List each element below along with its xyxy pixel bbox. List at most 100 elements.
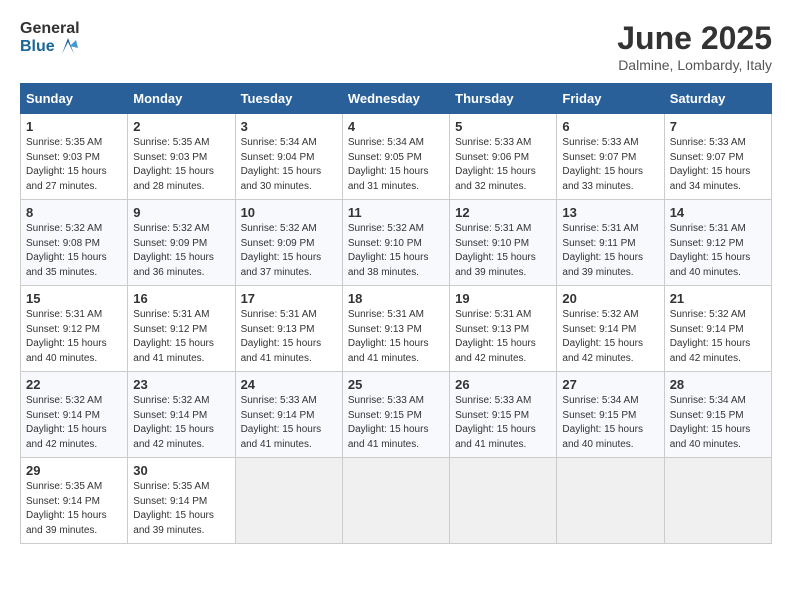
col-friday: Friday — [557, 84, 664, 114]
day-info: Sunrise: 5:34 AMSunset: 9:15 PMDaylight:… — [562, 394, 658, 452]
day-number: 7 — [670, 119, 766, 134]
table-row — [664, 458, 771, 544]
day-number: 9 — [133, 205, 229, 220]
day-info: Sunrise: 5:33 AMSunset: 9:07 PMDaylight:… — [670, 136, 766, 194]
day-info: Sunrise: 5:31 AMSunset: 9:11 PMDaylight:… — [562, 222, 658, 280]
day-number: 24 — [241, 377, 337, 392]
table-row: 28 Sunrise: 5:34 AMSunset: 9:15 PMDaylig… — [664, 372, 771, 458]
day-info: Sunrise: 5:33 AMSunset: 9:14 PMDaylight:… — [241, 394, 337, 452]
calendar-row: 29 Sunrise: 5:35 AMSunset: 9:14 PMDaylig… — [21, 458, 772, 544]
logo-text: General Blue — [20, 20, 80, 55]
table-row: 18 Sunrise: 5:31 AMSunset: 9:13 PMDaylig… — [342, 286, 449, 372]
day-number: 12 — [455, 205, 551, 220]
day-info: Sunrise: 5:32 AMSunset: 9:08 PMDaylight:… — [26, 222, 122, 280]
table-row: 23 Sunrise: 5:32 AMSunset: 9:14 PMDaylig… — [128, 372, 235, 458]
day-info: Sunrise: 5:34 AMSunset: 9:15 PMDaylight:… — [670, 394, 766, 452]
location: Dalmine, Lombardy, Italy — [617, 57, 772, 73]
header-row: Sunday Monday Tuesday Wednesday Thursday… — [21, 84, 772, 114]
day-number: 21 — [670, 291, 766, 306]
day-info: Sunrise: 5:32 AMSunset: 9:10 PMDaylight:… — [348, 222, 444, 280]
table-row — [450, 458, 557, 544]
day-number: 6 — [562, 119, 658, 134]
day-info: Sunrise: 5:31 AMSunset: 9:12 PMDaylight:… — [133, 308, 229, 366]
day-number: 1 — [26, 119, 122, 134]
day-info: Sunrise: 5:32 AMSunset: 9:09 PMDaylight:… — [133, 222, 229, 280]
col-sunday: Sunday — [21, 84, 128, 114]
day-number: 17 — [241, 291, 337, 306]
day-info: Sunrise: 5:32 AMSunset: 9:14 PMDaylight:… — [26, 394, 122, 452]
day-number: 5 — [455, 119, 551, 134]
day-number: 29 — [26, 463, 122, 478]
day-info: Sunrise: 5:32 AMSunset: 9:14 PMDaylight:… — [670, 308, 766, 366]
table-row: 8 Sunrise: 5:32 AMSunset: 9:08 PMDayligh… — [21, 200, 128, 286]
table-row: 25 Sunrise: 5:33 AMSunset: 9:15 PMDaylig… — [342, 372, 449, 458]
calendar-row: 1 Sunrise: 5:35 AMSunset: 9:03 PMDayligh… — [21, 114, 772, 200]
day-info: Sunrise: 5:35 AMSunset: 9:14 PMDaylight:… — [133, 480, 229, 538]
day-number: 25 — [348, 377, 444, 392]
col-saturday: Saturday — [664, 84, 771, 114]
day-number: 20 — [562, 291, 658, 306]
day-info: Sunrise: 5:31 AMSunset: 9:12 PMDaylight:… — [670, 222, 766, 280]
day-number: 30 — [133, 463, 229, 478]
day-number: 3 — [241, 119, 337, 134]
day-info: Sunrise: 5:35 AMSunset: 9:03 PMDaylight:… — [133, 136, 229, 194]
table-row: 29 Sunrise: 5:35 AMSunset: 9:14 PMDaylig… — [21, 458, 128, 544]
day-info: Sunrise: 5:32 AMSunset: 9:09 PMDaylight:… — [241, 222, 337, 280]
table-row — [342, 458, 449, 544]
table-row: 1 Sunrise: 5:35 AMSunset: 9:03 PMDayligh… — [21, 114, 128, 200]
day-number: 16 — [133, 291, 229, 306]
calendar-table: Sunday Monday Tuesday Wednesday Thursday… — [20, 83, 772, 544]
table-row: 11 Sunrise: 5:32 AMSunset: 9:10 PMDaylig… — [342, 200, 449, 286]
table-row: 3 Sunrise: 5:34 AMSunset: 9:04 PMDayligh… — [235, 114, 342, 200]
day-number: 15 — [26, 291, 122, 306]
table-row: 2 Sunrise: 5:35 AMSunset: 9:03 PMDayligh… — [128, 114, 235, 200]
table-row: 6 Sunrise: 5:33 AMSunset: 9:07 PMDayligh… — [557, 114, 664, 200]
logo: General Blue — [20, 20, 80, 55]
table-row: 4 Sunrise: 5:34 AMSunset: 9:05 PMDayligh… — [342, 114, 449, 200]
day-number: 8 — [26, 205, 122, 220]
day-number: 14 — [670, 205, 766, 220]
table-row: 20 Sunrise: 5:32 AMSunset: 9:14 PMDaylig… — [557, 286, 664, 372]
day-info: Sunrise: 5:35 AMSunset: 9:14 PMDaylight:… — [26, 480, 122, 538]
day-info: Sunrise: 5:31 AMSunset: 9:13 PMDaylight:… — [455, 308, 551, 366]
table-row: 21 Sunrise: 5:32 AMSunset: 9:14 PMDaylig… — [664, 286, 771, 372]
day-info: Sunrise: 5:32 AMSunset: 9:14 PMDaylight:… — [133, 394, 229, 452]
col-thursday: Thursday — [450, 84, 557, 114]
col-wednesday: Wednesday — [342, 84, 449, 114]
table-row: 12 Sunrise: 5:31 AMSunset: 9:10 PMDaylig… — [450, 200, 557, 286]
day-number: 27 — [562, 377, 658, 392]
day-number: 22 — [26, 377, 122, 392]
table-row: 7 Sunrise: 5:33 AMSunset: 9:07 PMDayligh… — [664, 114, 771, 200]
day-number: 11 — [348, 205, 444, 220]
table-row: 13 Sunrise: 5:31 AMSunset: 9:11 PMDaylig… — [557, 200, 664, 286]
table-row: 15 Sunrise: 5:31 AMSunset: 9:12 PMDaylig… — [21, 286, 128, 372]
day-info: Sunrise: 5:31 AMSunset: 9:13 PMDaylight:… — [348, 308, 444, 366]
day-info: Sunrise: 5:32 AMSunset: 9:14 PMDaylight:… — [562, 308, 658, 366]
table-row: 16 Sunrise: 5:31 AMSunset: 9:12 PMDaylig… — [128, 286, 235, 372]
day-number: 23 — [133, 377, 229, 392]
table-row: 30 Sunrise: 5:35 AMSunset: 9:14 PMDaylig… — [128, 458, 235, 544]
day-info: Sunrise: 5:33 AMSunset: 9:06 PMDaylight:… — [455, 136, 551, 194]
day-info: Sunrise: 5:33 AMSunset: 9:15 PMDaylight:… — [348, 394, 444, 452]
day-info: Sunrise: 5:35 AMSunset: 9:03 PMDaylight:… — [26, 136, 122, 194]
col-monday: Monday — [128, 84, 235, 114]
day-number: 4 — [348, 119, 444, 134]
title-area: June 2025 Dalmine, Lombardy, Italy — [617, 20, 772, 73]
table-row: 24 Sunrise: 5:33 AMSunset: 9:14 PMDaylig… — [235, 372, 342, 458]
table-row: 5 Sunrise: 5:33 AMSunset: 9:06 PMDayligh… — [450, 114, 557, 200]
table-row: 10 Sunrise: 5:32 AMSunset: 9:09 PMDaylig… — [235, 200, 342, 286]
table-row: 9 Sunrise: 5:32 AMSunset: 9:09 PMDayligh… — [128, 200, 235, 286]
day-info: Sunrise: 5:34 AMSunset: 9:04 PMDaylight:… — [241, 136, 337, 194]
header: General Blue June 2025 Dalmine, Lombardy… — [20, 20, 772, 73]
table-row: 27 Sunrise: 5:34 AMSunset: 9:15 PMDaylig… — [557, 372, 664, 458]
day-number: 28 — [670, 377, 766, 392]
day-number: 10 — [241, 205, 337, 220]
table-row: 22 Sunrise: 5:32 AMSunset: 9:14 PMDaylig… — [21, 372, 128, 458]
table-row — [235, 458, 342, 544]
month-title: June 2025 — [617, 20, 772, 57]
table-row: 17 Sunrise: 5:31 AMSunset: 9:13 PMDaylig… — [235, 286, 342, 372]
calendar-row: 22 Sunrise: 5:32 AMSunset: 9:14 PMDaylig… — [21, 372, 772, 458]
table-row: 14 Sunrise: 5:31 AMSunset: 9:12 PMDaylig… — [664, 200, 771, 286]
day-number: 18 — [348, 291, 444, 306]
table-row: 26 Sunrise: 5:33 AMSunset: 9:15 PMDaylig… — [450, 372, 557, 458]
